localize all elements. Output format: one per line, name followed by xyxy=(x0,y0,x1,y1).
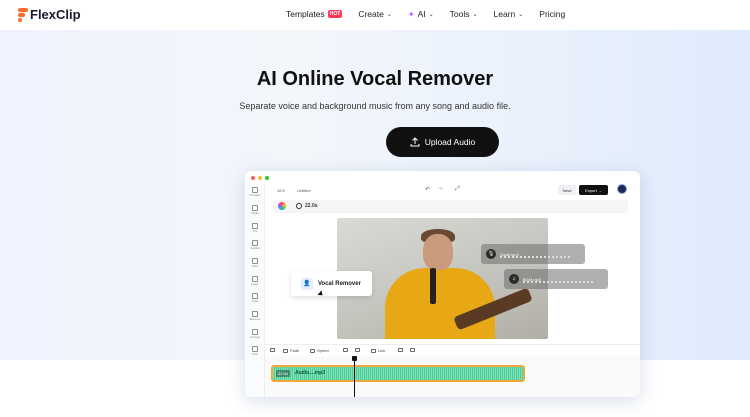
duration-text: 22.0s xyxy=(305,203,318,209)
clip-duration: 22.0s xyxy=(276,370,290,377)
sidebar-item-overlays[interactable]: Overlays xyxy=(248,329,262,341)
sidebar-item-media[interactable]: Media xyxy=(248,205,262,217)
upload-audio-label: Upload Audio xyxy=(424,137,476,147)
chevron-down-icon: ⌄ xyxy=(428,11,434,18)
nav-ai[interactable]: ✦ AI ⌄ xyxy=(408,9,434,19)
audio-settings-icon[interactable] xyxy=(343,348,348,352)
fade-button[interactable]: Fade xyxy=(283,348,299,353)
media-icon xyxy=(252,205,258,211)
playhead[interactable] xyxy=(352,356,357,397)
elements-icon xyxy=(252,311,258,317)
video-icon xyxy=(252,258,258,264)
sidebar-item-templates[interactable]: Templates xyxy=(248,187,262,199)
color-wheel-icon[interactable] xyxy=(278,202,286,210)
music-note-icon: ♫ xyxy=(509,274,519,284)
nav-tools-label: Tools xyxy=(449,9,470,19)
save-button[interactable]: Save xyxy=(558,185,576,195)
duration-display[interactable]: 22.0s xyxy=(296,203,318,209)
chevron-down-icon: ⌄ xyxy=(386,11,392,18)
nav-tools[interactable]: Tools ⌄ xyxy=(450,9,478,19)
fullscreen-icon[interactable]: ⤢ xyxy=(455,186,460,193)
upload-audio-button[interactable]: Upload Audio xyxy=(386,127,499,157)
nav-create[interactable]: Create ⌄ xyxy=(358,9,392,19)
flexclip-logo[interactable]: FlexClip xyxy=(18,7,81,22)
singer-head xyxy=(423,234,453,270)
clip-name: Audio....mp3 xyxy=(295,370,325,376)
templates-icon xyxy=(252,187,258,193)
clock-icon xyxy=(296,203,302,209)
editor-topbar: 16:9 Untitled ↶ ↷ ⤢ Save Export → xyxy=(265,183,640,197)
microphone-icon: 🎙 xyxy=(486,249,496,259)
top-navbar: FlexClip Templates HOT Create ⌄ ✦ AI ⌄ T… xyxy=(0,0,750,30)
canvas-toolbar: 22.0s xyxy=(273,200,628,213)
split-icon[interactable] xyxy=(355,348,360,352)
aspect-ratio-select[interactable]: 16:9 xyxy=(277,188,285,193)
timeline-toolbar: Fade Speed Link xyxy=(265,344,640,356)
link-icon xyxy=(371,348,376,353)
sidebar-item-tools[interactable]: Tools xyxy=(248,346,262,358)
sparkle-icon: ✦ xyxy=(407,9,415,19)
nav-pricing[interactable]: Pricing xyxy=(539,9,565,19)
sidebar-item-audio[interactable]: Audio xyxy=(248,293,262,305)
vocal-track-card[interactable]: 🎙 Vocal.mp3 xyxy=(481,244,585,264)
export-button[interactable]: Export → xyxy=(579,185,608,195)
sidebar-item-subtitles[interactable]: Subtitles xyxy=(248,240,262,252)
project-name[interactable]: Untitled xyxy=(297,188,311,193)
sidebar-item-text[interactable]: Text xyxy=(248,223,262,235)
avatar[interactable] xyxy=(617,184,627,194)
nav-pricing-label: Pricing xyxy=(539,9,566,19)
hot-badge: HOT xyxy=(327,10,343,18)
nav-ai-label: AI xyxy=(417,9,426,19)
singer-figure xyxy=(385,268,495,339)
main-menu: Templates HOT Create ⌄ ✦ AI ⌄ Tools ⌄ Le… xyxy=(286,9,581,19)
audio-clip[interactable]: 22.0s Audio....mp3 xyxy=(271,365,525,382)
person-icon: 👤 xyxy=(301,277,313,290)
undo-icon[interactable]: ↶ xyxy=(425,186,430,193)
speed-icon xyxy=(310,348,315,353)
microphone-figure xyxy=(430,268,436,304)
overlays-icon xyxy=(252,329,258,335)
audio-icon xyxy=(252,293,258,299)
subtitles-icon xyxy=(252,240,258,246)
delete-icon[interactable] xyxy=(410,348,415,352)
window-controls xyxy=(251,176,269,180)
arrow-right-icon: → xyxy=(597,187,602,193)
export-label: Export xyxy=(585,187,597,193)
editor-sidebar: Templates Media Text Subtitles Video Ima… xyxy=(245,183,265,397)
speed-button[interactable]: Speed xyxy=(310,348,329,353)
nav-templates[interactable]: Templates HOT xyxy=(286,9,343,19)
vocal-waveform xyxy=(500,256,570,258)
sidebar-item-image[interactable]: Image xyxy=(248,276,262,288)
editor-preview: Templates Media Text Subtitles Video Ima… xyxy=(245,171,640,397)
timeline: 22.0s Audio....mp3 xyxy=(265,356,640,397)
eye-icon[interactable] xyxy=(270,348,275,352)
vocal-remover-label: Vocal Remover xyxy=(318,280,361,287)
sidebar-item-video[interactable]: Video xyxy=(248,258,262,270)
nav-learn[interactable]: Learn ⌄ xyxy=(494,9,524,19)
logo-text: FlexClip xyxy=(30,7,81,22)
logo-mark-icon xyxy=(18,8,28,22)
bgm-track-card[interactable]: ♫ BGM.mp3 xyxy=(504,269,608,289)
nav-create-label: Create xyxy=(358,9,384,19)
nav-learn-label: Learn xyxy=(493,9,516,19)
page-subtitle: Separate voice and background music from… xyxy=(239,101,511,111)
upload-icon xyxy=(410,137,420,147)
text-icon xyxy=(252,223,258,229)
sidebar-item-elements[interactable]: Elements xyxy=(248,311,262,323)
redo-icon[interactable]: ↷ xyxy=(438,186,443,193)
link-button[interactable]: Link xyxy=(371,348,385,353)
nav-templates-label: Templates xyxy=(286,9,325,19)
vocal-remover-card[interactable]: 👤 Vocal Remover xyxy=(291,271,372,296)
duplicate-icon[interactable] xyxy=(398,348,403,352)
fade-icon xyxy=(283,348,288,353)
page-title: AI Online Vocal Remover xyxy=(256,68,494,90)
bgm-waveform xyxy=(523,281,593,283)
chevron-down-icon: ⌄ xyxy=(518,11,524,18)
chevron-down-icon: ⌄ xyxy=(472,11,478,18)
tools-icon xyxy=(252,346,258,352)
image-icon xyxy=(252,276,258,282)
